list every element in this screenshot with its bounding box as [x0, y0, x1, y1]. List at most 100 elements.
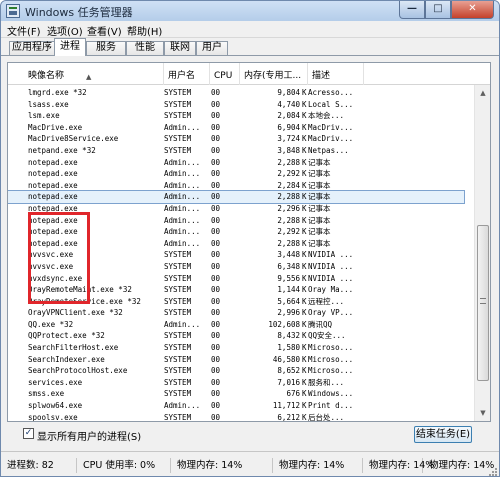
process-name: smss.exe [28, 389, 65, 399]
process-cpu: 00 [211, 122, 221, 132]
tab-networking[interactable]: 联网 [164, 41, 196, 55]
process-memory: 2,996 [277, 308, 300, 318]
menu-view[interactable]: 查看(V) [87, 23, 122, 38]
title-bar[interactable]: Windows 任务管理器 — □ ✕ [1, 1, 499, 21]
process-name: spoolsv.exe [28, 412, 78, 422]
scroll-thumb[interactable] [477, 225, 489, 381]
process-cpu: 00 [211, 203, 221, 213]
tab-performance[interactable]: 性能 [126, 41, 164, 55]
show-all-users-checkbox[interactable]: ✓ [23, 428, 34, 439]
column-image-name[interactable]: 映像名称 ▲ [24, 63, 164, 85]
process-cpu: 00 [211, 366, 221, 376]
process-description: 本地会... [308, 111, 345, 121]
vertical-scrollbar[interactable]: ▲ ▼ [474, 85, 490, 421]
tab-processes[interactable]: 进程 [54, 38, 86, 56]
process-description: Microso... [308, 354, 354, 364]
column-memory[interactable]: 内存(专用工... [240, 63, 308, 85]
menu-help[interactable]: 帮助(H) [127, 23, 162, 38]
process-memory: 2,284 [277, 180, 300, 190]
process-description: 记事本 [308, 203, 331, 213]
sort-arrow-icon: ▲ [86, 73, 92, 81]
tab-applications[interactable]: 应用程序 [9, 41, 55, 55]
process-cpu: 00 [211, 389, 221, 399]
process-memory: 5,664 [277, 296, 300, 306]
process-memory: 3,448 [277, 250, 300, 260]
minimize-button[interactable]: — [399, 1, 425, 19]
process-user: Admin... [164, 401, 201, 411]
process-memory: 2,288 [277, 157, 300, 167]
process-memory: 3,848 [277, 145, 300, 155]
table-row[interactable]: notepad.exe Admin... 00 2,284 K 记事本 [8, 180, 464, 192]
maximize-button[interactable]: □ [425, 1, 451, 19]
table-row[interactable]: splwow64.exe Admin... 00 11,712 K Print d... [8, 400, 464, 412]
column-user-name[interactable]: 用户名 [164, 63, 210, 85]
tab-services[interactable]: 服务 [86, 41, 126, 55]
column-cpu[interactable]: CPU [210, 63, 240, 85]
table-row[interactable]: QQProtect.exe *32 SYSTEM 00 8,432 K QQ安全... [8, 330, 464, 342]
table-row[interactable]: QQ.exe *32 Admin... 00 102,608 K 腾讯QQ [8, 319, 464, 331]
process-user: Admin... [164, 203, 201, 213]
table-row[interactable]: SearchIndexer.exe SYSTEM 00 46,580 K Microso.… [8, 354, 464, 366]
process-user: Admin... [164, 319, 201, 329]
column-label: 映像名称 [28, 71, 65, 81]
process-name: QQ.exe *32 [28, 319, 74, 329]
process-memory: 6,212 [277, 412, 300, 422]
status-physical-memory: 物理内存: 14% [273, 458, 363, 473]
table-row[interactable]: MacDrive.exe Admin... 00 6,904 K MacDriv... [8, 122, 464, 134]
window-title: Windows 任务管理器 [25, 6, 133, 19]
process-description: 记事本 [308, 227, 331, 237]
process-user: Admin... [164, 192, 201, 202]
close-button[interactable]: ✕ [451, 1, 494, 19]
table-row[interactable]: notepad.exe Admin... 00 2,288 K 记事本 [8, 190, 465, 204]
table-row[interactable]: notepad.exe Admin... 00 2,288 K 记事本 [8, 157, 464, 169]
table-row[interactable]: services.exe SYSTEM 00 7,016 K 服务和... [8, 377, 464, 389]
table-row[interactable]: netpand.exe *32 SYSTEM 00 3,848 K Netpas... [8, 145, 464, 157]
process-memory: 2,292 [277, 169, 300, 179]
table-row[interactable]: OrayVPNClient.exe *32 SYSTEM 00 2,996 K Oray … [8, 307, 464, 319]
table-row[interactable]: SearchFilterHost.exe SYSTEM 00 1,580 K Micros… [8, 342, 464, 354]
process-user: SYSTEM [164, 261, 192, 271]
process-memory: 1,580 [277, 343, 300, 353]
process-cpu: 00 [211, 296, 221, 306]
table-row[interactable]: notepad.exe Admin... 00 2,292 K 记事本 [8, 168, 464, 180]
process-user: Admin... [164, 227, 201, 237]
column-description[interactable]: 描述 [308, 63, 364, 85]
process-cpu: 00 [211, 377, 221, 387]
table-row[interactable]: SearchProtocolHost.exe SYSTEM 00 8,652 K Micr… [8, 365, 464, 377]
process-user: Admin... [164, 122, 201, 132]
scroll-down-icon[interactable]: ▼ [476, 406, 490, 420]
process-cpu: 00 [211, 180, 221, 190]
process-cpu: 00 [211, 308, 221, 318]
process-memory: 2,288 [277, 192, 300, 202]
process-name: SearchFilterHost.exe [28, 343, 119, 353]
process-list[interactable]: 映像名称 ▲ 用户名 CPU 内存(专用工... 描述 lmgrd.exe *3… [7, 62, 491, 422]
process-description: 记事本 [308, 169, 331, 179]
process-name: services.exe [28, 377, 83, 387]
process-memory: 46,580 [272, 354, 300, 364]
process-description: 服务和... [308, 377, 345, 387]
process-cpu: 00 [211, 331, 221, 341]
table-row[interactable]: lmgrd.exe *32 SYSTEM 00 9,804 K Acresso... [8, 87, 464, 99]
process-user: SYSTEM [164, 343, 192, 353]
process-name: lsass.exe [28, 99, 69, 109]
process-name: notepad.exe [28, 180, 78, 190]
process-description: 记事本 [308, 215, 331, 225]
task-manager-window: Windows 任务管理器 — □ ✕ 文件(F) 选项(O) 查看(V) 帮助… [0, 0, 500, 477]
table-row[interactable]: lsm.exe SYSTEM 00 2,084 K 本地会... [8, 110, 464, 122]
process-name: QQProtect.exe *32 [28, 331, 105, 341]
table-row[interactable]: MacDrive8Service.exe SYSTEM 00 3,724 K MacDri… [8, 133, 464, 145]
process-cpu: 00 [211, 227, 221, 237]
end-process-button[interactable]: 结束任务(E) [414, 426, 472, 443]
table-row[interactable]: lsass.exe SYSTEM 00 4,740 K Local S... [8, 99, 464, 111]
scroll-up-icon[interactable]: ▲ [476, 86, 490, 100]
tab-users[interactable]: 用户 [196, 41, 228, 55]
table-row[interactable]: spoolsv.exe SYSTEM 00 6,212 K 后台处... [8, 412, 464, 422]
table-row[interactable]: smss.exe SYSTEM 00 676 K Windows... [8, 388, 464, 400]
menu-options[interactable]: 选项(O) [47, 23, 83, 38]
process-name: lsm.exe [28, 111, 60, 121]
status-process-count: 进程数: 82 [1, 458, 77, 473]
resize-grip-icon[interactable] [487, 466, 497, 476]
process-memory: 2,084 [277, 111, 300, 121]
menu-file[interactable]: 文件(F) [7, 23, 41, 38]
process-name: netpand.exe *32 [28, 145, 96, 155]
